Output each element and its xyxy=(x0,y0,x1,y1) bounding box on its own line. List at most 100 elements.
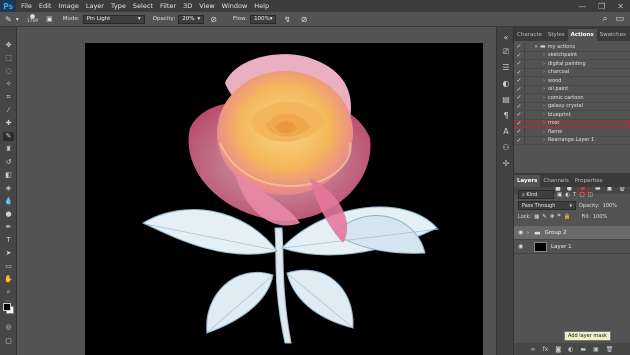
adjustment-filter-icon[interactable]: ◐ xyxy=(565,192,570,198)
chevron-down-icon[interactable]: ▾ xyxy=(16,16,19,23)
check-icon[interactable]: ✓ xyxy=(514,137,524,144)
menu-layer[interactable]: Layer xyxy=(86,2,104,10)
kind-filter-select[interactable]: ⌕ Kind xyxy=(518,190,554,199)
search-icon[interactable]: ⌕ xyxy=(602,14,607,24)
action-item[interactable]: ✓ › sketchpaint xyxy=(514,51,630,60)
menu-type[interactable]: Type xyxy=(111,2,126,10)
smart-object-filter-icon[interactable]: ◫ xyxy=(588,192,593,198)
quick-mask-icon[interactable]: ◎ xyxy=(3,323,14,332)
chevron-right-icon[interactable]: › xyxy=(540,78,548,84)
pixel-filter-icon[interactable]: ▣ xyxy=(557,192,562,198)
action-item[interactable]: ✓ › charcoal xyxy=(514,68,630,77)
history-icon[interactable]: ⎚ xyxy=(500,47,512,57)
brush-settings-icon[interactable]: ☰ xyxy=(500,63,512,73)
tab-character[interactable]: Characte xyxy=(514,29,545,41)
quick-select-tool-icon[interactable]: ✧ xyxy=(3,80,14,89)
healing-tool-icon[interactable]: ✚ xyxy=(3,119,14,128)
check-icon[interactable]: ✓ xyxy=(514,128,524,135)
tab-actions[interactable]: Actions xyxy=(567,29,597,41)
add-layer-mask-icon[interactable]: ◙ xyxy=(555,346,561,353)
action-item[interactable]: ✓ › galaxy crystal xyxy=(514,102,630,111)
check-icon[interactable]: ✓ xyxy=(514,111,524,118)
hand-tool-icon[interactable]: ✋ xyxy=(3,275,14,284)
clone-stamp-tool-icon[interactable]: ♜ xyxy=(3,145,14,154)
tab-styles[interactable]: Styles xyxy=(545,29,568,41)
screen-mode-icon[interactable]: ▢ xyxy=(3,337,14,346)
menu-window[interactable]: Window xyxy=(222,2,248,10)
chevron-right-icon[interactable]: › xyxy=(540,120,548,126)
chevron-right-icon[interactable]: › xyxy=(540,103,548,109)
menu-select[interactable]: Select xyxy=(133,2,153,10)
menu-view[interactable]: View xyxy=(199,2,214,10)
action-item[interactable]: ✓ › digital painting xyxy=(514,59,630,69)
blur-tool-icon[interactable]: 💧 xyxy=(3,197,14,206)
collapse-panels-icon[interactable]: « xyxy=(500,33,512,43)
pen-tool-icon[interactable]: ✒ xyxy=(3,223,14,232)
zoom-tool-icon[interactable]: ⌕ xyxy=(3,288,14,297)
check-icon[interactable]: ✓ xyxy=(514,94,524,101)
history-brush-tool-icon[interactable]: ↺ xyxy=(3,158,14,167)
eye-icon[interactable]: ◉ xyxy=(518,243,527,250)
type-tool-icon[interactable]: T xyxy=(3,236,14,245)
adjustments-icon[interactable]: ◐ xyxy=(500,79,512,89)
check-icon[interactable]: ✓ xyxy=(514,43,524,50)
blend-mode-select[interactable]: Pass Through ▾ xyxy=(518,201,576,210)
tab-layers[interactable]: Layers xyxy=(514,175,541,187)
flow-field[interactable]: 100% ▾ xyxy=(250,14,277,24)
move-tool-icon[interactable]: ✥ xyxy=(3,41,14,50)
chevron-right-icon[interactable]: › xyxy=(527,230,534,236)
layer-row[interactable]: ◉ Layer 1 xyxy=(514,240,630,254)
brush-preset-picker[interactable]: ● 1709 xyxy=(27,14,38,25)
action-item[interactable]: ✓ › comic cartoon xyxy=(514,93,630,103)
adjustment-layer-icon[interactable]: ◐ xyxy=(568,346,573,353)
action-item[interactable]: ✓ › wood xyxy=(514,76,630,86)
paragraph-icon[interactable]: ¶ xyxy=(500,111,512,121)
check-icon[interactable]: ✓ xyxy=(514,86,524,93)
check-icon[interactable]: ✓ xyxy=(514,77,524,84)
chevron-right-icon[interactable]: › xyxy=(540,69,548,75)
action-item[interactable]: ✓ › blueprint xyxy=(514,110,630,120)
chevron-right-icon[interactable]: › xyxy=(540,95,548,101)
layer-style-icon[interactable]: fx xyxy=(543,346,549,353)
marquee-tool-icon[interactable]: ⬚ xyxy=(3,54,14,63)
minimize-button[interactable]: — xyxy=(578,2,586,11)
chevron-right-icon[interactable]: › xyxy=(540,137,548,143)
tool-presets-icon[interactable]: ✢ xyxy=(500,159,512,169)
chevron-right-icon[interactable]: › xyxy=(540,86,548,92)
tab-properties[interactable]: Properties xyxy=(572,175,606,187)
paint-bucket-tool-icon[interactable]: ◈ xyxy=(3,184,14,193)
fill-value[interactable]: 100% xyxy=(593,214,607,220)
action-item[interactable]: ✓ › flame xyxy=(514,127,630,137)
menu-file[interactable]: File xyxy=(21,2,32,10)
lock-pixels-icon[interactable]: ▦ xyxy=(534,214,539,220)
clone-source-icon[interactable]: ⚇ xyxy=(500,143,512,153)
chevron-right-icon[interactable]: › xyxy=(540,112,548,118)
action-folder[interactable]: ✓ ▾ ▬ my actions xyxy=(514,42,630,52)
check-icon[interactable]: ✓ xyxy=(514,69,524,76)
layer-row-group[interactable]: ◉ › ▬ Group 2 xyxy=(514,226,630,240)
opacity-field[interactable]: 20% ▾ xyxy=(178,14,205,24)
chevron-right-icon[interactable]: › xyxy=(540,52,548,58)
dodge-tool-icon[interactable]: ● xyxy=(3,210,14,219)
lock-all-icon[interactable]: 🔒 xyxy=(564,214,571,220)
workspace-icon[interactable]: ▭ xyxy=(615,14,624,24)
airbrush-icon[interactable]: ↯ xyxy=(284,15,291,24)
pressure-size-icon[interactable]: ⊘ xyxy=(301,15,308,24)
pressure-opacity-icon[interactable]: ⊘ xyxy=(210,15,217,24)
chevron-down-icon[interactable]: ▾ xyxy=(532,44,540,50)
eraser-tool-icon[interactable]: ◧ xyxy=(3,171,14,180)
action-item[interactable]: ✓ › oil paint xyxy=(514,85,630,94)
brush-panel-icon[interactable]: ▣ xyxy=(46,15,53,23)
shape-tool-icon[interactable]: ▭ xyxy=(3,262,14,271)
path-select-tool-icon[interactable]: ➤ xyxy=(3,249,14,258)
menu-filter[interactable]: Filter xyxy=(160,2,176,10)
tab-swatches[interactable]: Swatches xyxy=(597,29,629,41)
check-icon[interactable]: ✓ xyxy=(514,52,524,59)
brush-tool-icon[interactable]: ✎ xyxy=(3,132,14,141)
close-button[interactable]: ✕ xyxy=(617,2,624,11)
menu-image[interactable]: Image xyxy=(58,2,78,10)
chevron-right-icon[interactable]: › xyxy=(540,61,548,67)
menu-help[interactable]: Help xyxy=(254,2,269,10)
mode-select[interactable]: Pin Light ▾ xyxy=(82,14,145,24)
lasso-tool-icon[interactable]: ◌ xyxy=(3,67,14,76)
